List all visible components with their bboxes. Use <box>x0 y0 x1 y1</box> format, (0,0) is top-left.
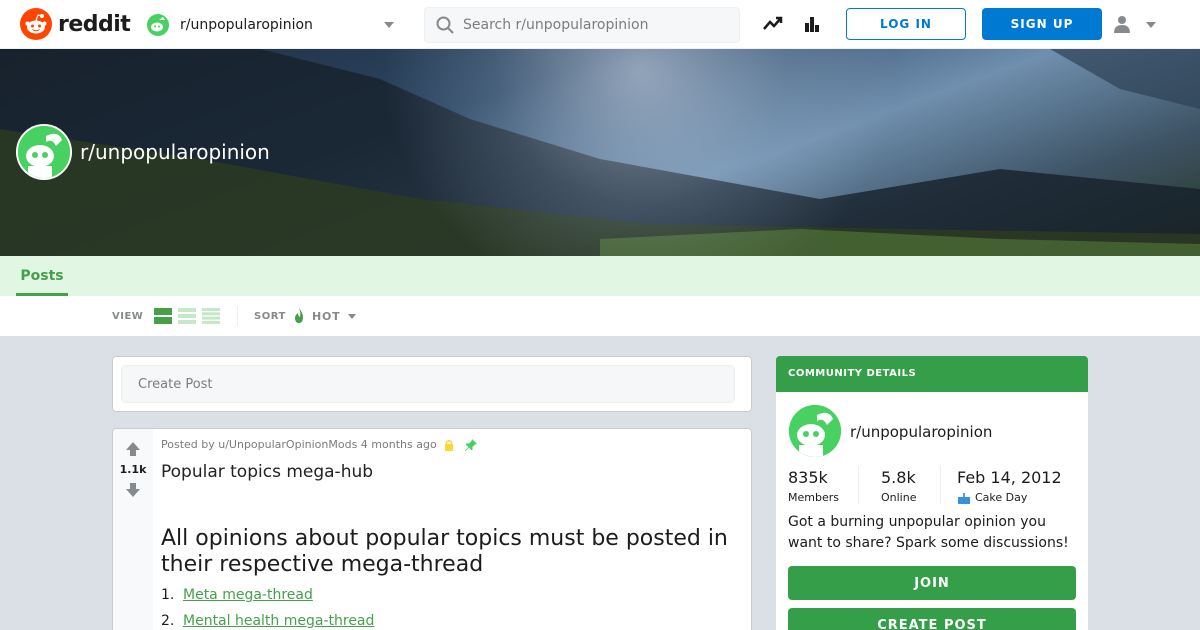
reddit-logo[interactable]: reddit <box>20 8 131 40</box>
vote-count: 1.1k <box>119 463 147 476</box>
community-name[interactable]: r/unpopularopinion <box>850 423 992 441</box>
community-title: r/unpopularopinion <box>80 140 270 164</box>
post-title[interactable]: Popular topics mega-hub <box>161 462 373 482</box>
members-label: Members <box>788 491 839 504</box>
cake-icon <box>958 492 970 504</box>
mental-health-megathread-link[interactable]: Mental health mega-thread <box>183 613 374 630</box>
cake-day-label-row: Cake Day <box>957 491 1062 504</box>
create-post-card <box>112 356 752 412</box>
login-button[interactable]: LOG IN <box>846 8 966 40</box>
search-icon <box>436 16 454 34</box>
chevron-down-icon <box>384 22 394 28</box>
post-author-time: Posted by u/UnpopularOpinionMods 4 month… <box>161 438 437 451</box>
sort-dropdown[interactable]: HOT <box>292 308 357 324</box>
post-body-heading: All opinions about popular topics must b… <box>161 526 728 577</box>
community-avatar-icon <box>788 404 842 458</box>
view-sort-bar: VIEW SORT HOT <box>0 296 1200 336</box>
signup-button[interactable]: SIGN UP <box>982 8 1102 40</box>
community-avatar-icon <box>147 14 169 36</box>
divider <box>940 466 941 504</box>
tab-bar: Posts <box>0 256 1200 296</box>
view-label: VIEW <box>112 311 144 322</box>
post-card[interactable]: 1.1k Posted by u/UnpopularOpinionMods 4 … <box>112 428 752 630</box>
community-dropdown[interactable]: r/unpopularopinion <box>146 12 396 38</box>
meta-megathread-link[interactable]: Meta mega-thread <box>183 587 313 613</box>
sort-value: HOT <box>312 309 341 323</box>
chevron-down-icon <box>348 313 357 319</box>
members-stat: 835k Members <box>788 468 839 504</box>
online-stat: 5.8k Online <box>881 468 916 504</box>
community-description: Got a burning unpopular opinion you want… <box>788 514 1069 551</box>
top-header: reddit r/unpopularopinion LOG <box>0 0 1200 49</box>
online-value: 5.8k <box>881 468 916 487</box>
flame-icon <box>295 308 303 323</box>
join-button[interactable]: JOIN <box>788 566 1076 600</box>
cake-day-stat: Feb 14, 2012 Cake Day <box>957 468 1062 504</box>
search-bar[interactable] <box>424 7 740 43</box>
classic-view-icon[interactable] <box>178 308 196 324</box>
sort-label: SORT <box>254 311 286 322</box>
snoo-icon <box>20 8 52 40</box>
user-icon <box>1114 16 1130 33</box>
search-input[interactable] <box>463 17 733 33</box>
upvote-icon[interactable] <box>125 441 141 457</box>
card-view-icon[interactable] <box>154 308 172 324</box>
user-dropdown[interactable] <box>1112 12 1162 38</box>
light-haze <box>380 49 900 256</box>
create-post-input[interactable] <box>121 365 735 403</box>
stats-icon[interactable] <box>800 12 824 36</box>
list-number: 2. <box>161 613 175 629</box>
post-meta: Posted by u/UnpopularOpinionMods 4 month… <box>161 438 477 451</box>
community-details-header: COMMUNITY DETAILS <box>776 356 1088 392</box>
create-post-button[interactable]: CREATE POST <box>788 608 1076 630</box>
community-details-card: COMMUNITY DETAILS r/unpopularopinion 835… <box>776 356 1088 630</box>
list-item: 2. Mental health mega-thread <box>161 613 374 630</box>
community-avatar-icon <box>16 124 72 180</box>
online-label: Online <box>881 491 917 504</box>
compact-view-icon[interactable] <box>202 308 220 324</box>
divider <box>858 466 859 504</box>
trending-icon[interactable] <box>761 12 785 36</box>
logo-text: reddit <box>58 11 131 37</box>
cake-day-label: Cake Day <box>975 491 1028 504</box>
community-name: r/unpopularopinion <box>180 17 313 33</box>
cake-day-value: Feb 14, 2012 <box>957 468 1062 487</box>
tab-posts[interactable]: Posts <box>16 256 68 296</box>
downvote-icon[interactable] <box>125 482 141 498</box>
mega-thread-list: 1. Meta mega-thread 2. Mental health meg… <box>161 587 374 630</box>
lock-icon <box>444 439 453 451</box>
vote-column: 1.1k <box>113 429 153 630</box>
list-item: 1. Meta mega-thread <box>161 587 374 613</box>
list-number: 1. <box>161 587 175 603</box>
members-value: 835k <box>788 468 828 487</box>
chevron-down-icon <box>1146 22 1156 28</box>
pin-icon <box>464 438 477 451</box>
divider <box>237 306 238 326</box>
